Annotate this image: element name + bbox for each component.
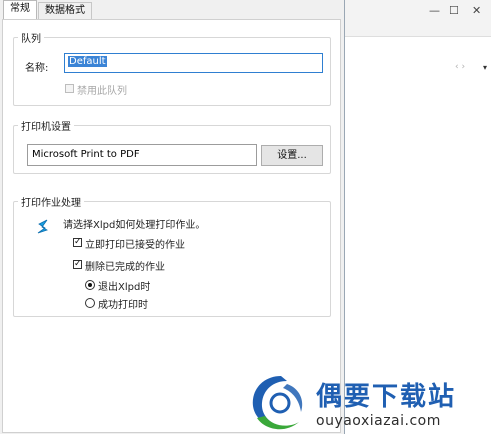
close-button[interactable]: ✕ (472, 5, 481, 17)
queue-name-label: 名称: (25, 63, 49, 74)
delete-on-exit-label: 退出Xlpd时 (98, 282, 151, 293)
printer-settings-title: 打印机设置 (21, 122, 71, 133)
delete-on-exit-radio[interactable] (85, 280, 95, 290)
tab-bar: 常规 数据格式 (0, 0, 344, 20)
maximize-button[interactable]: ☐ (449, 5, 459, 17)
queue-group-title: 队列 (21, 34, 41, 45)
delete-on-success-label: 成功打印时 (98, 300, 148, 311)
job-handling-title: 打印作业处理 (21, 198, 81, 209)
print-accepted-jobs-label: 立即打印已接受的作业 (85, 240, 185, 251)
delete-on-success-radio[interactable] (85, 298, 95, 308)
delete-completed-jobs-checkbox[interactable]: ✓ (73, 259, 82, 269)
background-window: — ☐ ✕ ‹ › ▾ (345, 0, 491, 434)
checkmark-icon: ✓ (74, 237, 82, 247)
disable-queue-label: 禁用此队列 (77, 86, 127, 97)
disable-queue-checkbox[interactable] (65, 84, 74, 93)
general-tab-panel: 队列 名称: Default 禁用此队列 打印机设置 Microsoft Pri… (2, 19, 341, 433)
xlpd-app-icon (37, 219, 48, 234)
radio-selected-dot (88, 283, 92, 287)
print-accepted-jobs-checkbox[interactable]: ✓ (73, 237, 82, 247)
minimize-button[interactable]: — (429, 5, 440, 17)
job-handling-prompt: 请选择Xlpd如何处理打印作业。 (63, 220, 206, 231)
site-logo-text: 偶要下载站 (316, 382, 457, 412)
delete-completed-jobs-label: 删除已完成的作业 (85, 262, 165, 273)
queue-name-value: Default (68, 56, 107, 67)
queue-name-input[interactable]: Default (64, 53, 323, 73)
tab-general[interactable]: 常规 (3, 0, 37, 20)
queue-properties-dialog: 常规 数据格式 队列 名称: Default 禁用此队列 打印机设置 Micro… (0, 0, 345, 434)
job-handling-group: 打印作业处理 (13, 194, 331, 317)
chevron-down-icon[interactable]: ▾ (483, 63, 487, 72)
site-logo-url: ouyaoxiazai.com (316, 413, 441, 429)
checkmark-icon: ✓ (74, 259, 82, 269)
tab-data-format[interactable]: 数据格式 (38, 2, 92, 19)
printer-name-field[interactable]: Microsoft Print to PDF (27, 144, 257, 166)
window-titlebar: — ☐ ✕ (345, 0, 491, 37)
printer-settings-button[interactable]: 设置... (261, 145, 323, 166)
scroll-arrows-icon[interactable]: ‹ › (455, 62, 465, 72)
site-logo-emblem (252, 376, 303, 430)
